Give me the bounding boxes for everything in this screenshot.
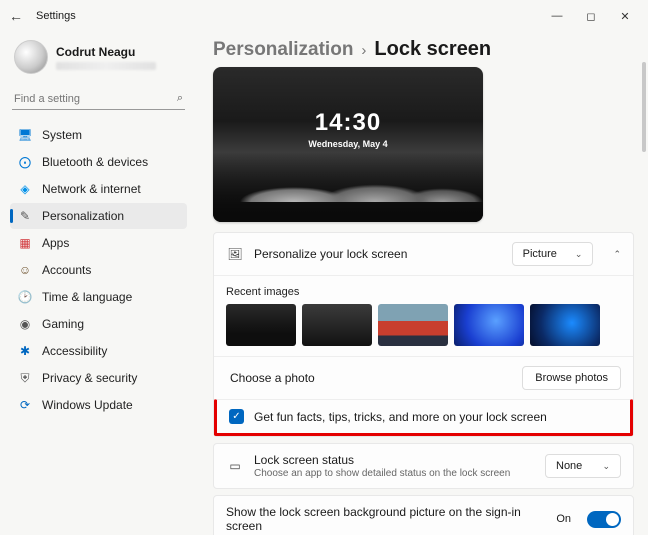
recent-image-5[interactable] <box>530 304 600 346</box>
recent-image-1[interactable] <box>226 304 296 346</box>
accounts-icon: ☺ <box>18 263 32 277</box>
lockscreen-preview: 14:30 Wednesday, May 4 <box>213 67 483 222</box>
titlebar: ← Settings — ◻ ✕ <box>0 0 648 32</box>
nav-item-bluetooth[interactable]: ⨀ Bluetooth & devices <box>10 149 187 175</box>
recent-image-4[interactable] <box>454 304 524 346</box>
avatar <box>14 40 48 74</box>
nav-label: Bluetooth & devices <box>42 155 148 169</box>
privacy-icon: ⛨ <box>18 371 32 385</box>
choose-photo-label: Choose a photo <box>226 371 512 385</box>
status-app-dropdown[interactable]: None ⌄ <box>545 454 621 478</box>
sidebar: Codrut Neagu ⌕ 🖥 System ⨀ Bluetooth & devic… <box>0 32 195 535</box>
signin-picture-toggle[interactable] <box>587 511 621 528</box>
nav-list: 🖥 System ⨀ Bluetooth & devices ◈ Network & in… <box>10 122 187 418</box>
page-title: Lock screen <box>374 38 491 61</box>
nav-item-time[interactable]: 🕑 Time & language <box>10 284 187 310</box>
recent-image-2[interactable] <box>302 304 372 346</box>
chevron-down-icon: ⌄ <box>575 249 583 260</box>
fun-facts-checkbox[interactable]: ✓ <box>229 409 244 424</box>
nav-label: Network & internet <box>42 182 141 196</box>
browse-photos-button[interactable]: Browse photos <box>522 366 621 390</box>
toggle-state-label: On <box>556 513 571 525</box>
search-icon: ⌕ <box>177 92 183 105</box>
fun-facts-row[interactable]: ✓ Get fun facts, tips, tricks, and more … <box>214 399 633 436</box>
content-area: Personalization › Lock screen 14:30 Wedn… <box>195 32 648 535</box>
apps-icon: ▦ <box>18 236 32 250</box>
maximize-button[interactable]: ◻ <box>574 2 608 30</box>
breadcrumb-separator: › <box>361 42 366 59</box>
user-name: Codrut Neagu <box>56 45 156 59</box>
dropdown-value: Picture <box>523 248 557 260</box>
search-box[interactable]: ⌕ <box>12 88 185 110</box>
nav-label: Accounts <box>42 263 91 277</box>
picture-icon: 🖼 <box>226 245 244 263</box>
collapse-chevron-up-icon[interactable]: ⌃ <box>613 249 621 260</box>
status-subtitle: Choose an app to show detailed status on… <box>254 468 535 479</box>
gaming-icon: ◉ <box>18 317 32 331</box>
network-icon: ◈ <box>18 182 32 196</box>
preview-time: 14:30 <box>213 109 483 137</box>
nav-item-update[interactable]: ⟳ Windows Update <box>10 392 187 418</box>
personalization-icon: ✎ <box>18 209 32 223</box>
nav-label: Apps <box>42 236 69 250</box>
nav-label: Gaming <box>42 317 84 331</box>
nav-label: Windows Update <box>42 398 133 412</box>
minimize-button[interactable]: — <box>540 2 574 30</box>
nav-item-gaming[interactable]: ◉ Gaming <box>10 311 187 337</box>
nav-label: Personalization <box>42 209 124 223</box>
scrollbar[interactable] <box>642 62 646 152</box>
time-icon: 🕑 <box>18 290 32 304</box>
nav-item-personalization[interactable]: ✎ Personalization <box>10 203 187 229</box>
status-icon: ▭ <box>226 457 244 475</box>
recent-image-3[interactable] <box>378 304 448 346</box>
breadcrumb: Personalization › Lock screen <box>213 38 634 61</box>
nav-item-system[interactable]: 🖥 System <box>10 122 187 148</box>
accessibility-icon: ✱ <box>18 344 32 358</box>
chevron-down-icon: ⌄ <box>602 461 610 472</box>
nav-label: System <box>42 128 82 142</box>
window-title: Settings <box>36 10 76 22</box>
system-icon: 🖥 <box>18 128 32 142</box>
personalize-panel: 🖼 Personalize your lock screen Picture ⌄… <box>213 232 634 437</box>
nav-item-privacy[interactable]: ⛨ Privacy & security <box>10 365 187 391</box>
recent-images-label: Recent images <box>226 286 621 298</box>
back-button[interactable]: ← <box>6 8 26 24</box>
nav-label: Time & language <box>42 290 132 304</box>
recent-images-row <box>226 304 621 346</box>
signin-picture-label: Show the lock screen background picture … <box>226 505 546 533</box>
close-button[interactable]: ✕ <box>608 2 642 30</box>
user-email-redacted <box>56 62 156 70</box>
personalize-label: Personalize your lock screen <box>254 247 502 261</box>
background-type-dropdown[interactable]: Picture ⌄ <box>512 242 594 266</box>
bluetooth-icon: ⨀ <box>18 155 32 169</box>
lock-status-card[interactable]: ▭ Lock screen status Choose an app to sh… <box>213 443 634 489</box>
nav-item-network[interactable]: ◈ Network & internet <box>10 176 187 202</box>
breadcrumb-parent[interactable]: Personalization <box>213 39 353 61</box>
nav-label: Privacy & security <box>42 371 137 385</box>
status-title: Lock screen status <box>254 453 535 467</box>
signin-picture-card[interactable]: Show the lock screen background picture … <box>213 495 634 535</box>
preview-date: Wednesday, May 4 <box>213 139 483 149</box>
nav-label: Accessibility <box>42 344 107 358</box>
nav-item-apps[interactable]: ▦ Apps <box>10 230 187 256</box>
fun-facts-label: Get fun facts, tips, tricks, and more on… <box>254 410 547 424</box>
nav-item-accessibility[interactable]: ✱ Accessibility <box>10 338 187 364</box>
nav-item-accounts[interactable]: ☺ Accounts <box>10 257 187 283</box>
user-block[interactable]: Codrut Neagu <box>10 38 187 82</box>
search-input[interactable] <box>14 93 177 105</box>
status-dropdown-value: None <box>556 460 582 472</box>
update-icon: ⟳ <box>18 398 32 412</box>
